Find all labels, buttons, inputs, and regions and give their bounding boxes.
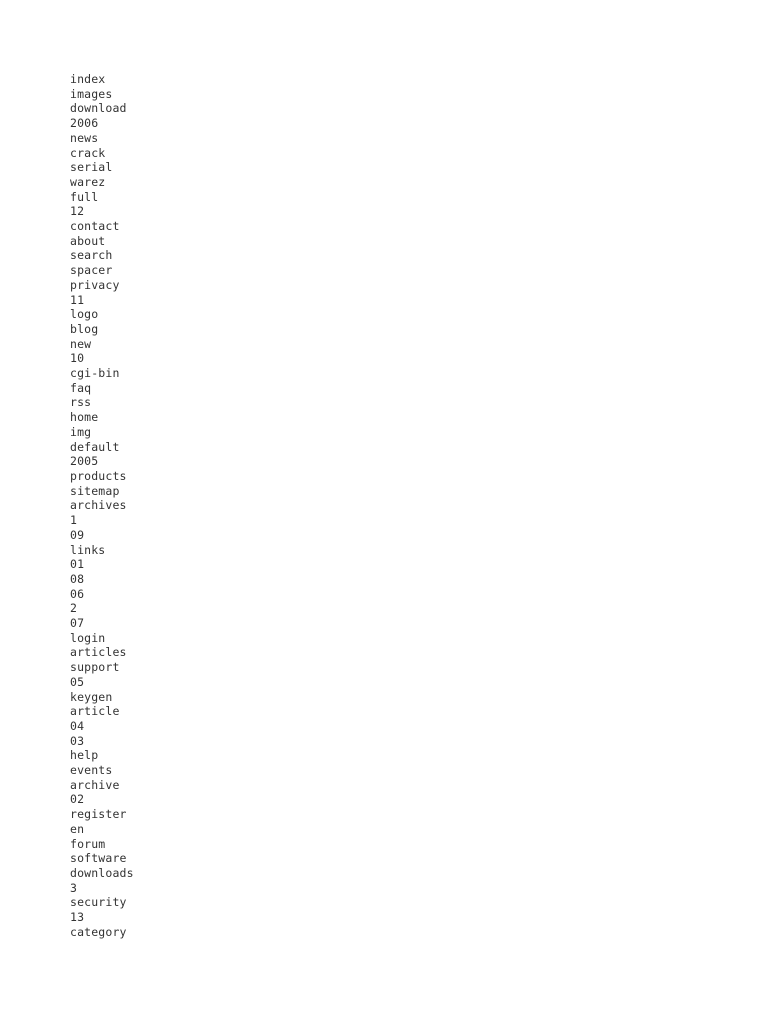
keyword-list: index images download 2006 news crack serial wa… <box>70 72 134 939</box>
list-item: software <box>70 851 127 866</box>
list-item: rss <box>70 395 92 410</box>
list-item: 07 <box>70 616 85 631</box>
list-item: search <box>70 248 113 263</box>
list-item: 13 <box>70 910 85 925</box>
list-item: links <box>70 542 106 557</box>
page-root: index images download 2006 news crack serial wa… <box>0 0 768 1024</box>
list-item: downloads <box>70 865 134 880</box>
list-item: blog <box>70 321 99 336</box>
list-item: sitemap <box>70 483 120 498</box>
list-item: 05 <box>70 674 85 689</box>
list-item: serial <box>70 160 113 175</box>
list-item: cgi-bin <box>70 366 120 381</box>
list-item: article <box>70 704 120 719</box>
list-item: 08 <box>70 571 85 586</box>
list-item: new <box>70 336 92 351</box>
list-item: security <box>70 895 127 910</box>
list-item: contact <box>70 219 120 234</box>
list-item: forum <box>70 836 106 851</box>
list-item: 03 <box>70 733 85 748</box>
list-item: home <box>70 410 99 425</box>
list-item: support <box>70 660 120 675</box>
list-item: 2006 <box>70 116 99 131</box>
list-item: 09 <box>70 527 85 542</box>
list-item: en <box>70 821 85 836</box>
list-item: 1 <box>70 513 78 528</box>
list-item: 11 <box>70 292 85 307</box>
list-item: 04 <box>70 718 85 733</box>
list-item: 02 <box>70 792 85 807</box>
list-item: products <box>70 468 127 483</box>
list-item: index <box>70 72 106 86</box>
list-item: crack <box>70 145 106 160</box>
list-item: warez <box>70 174 106 189</box>
list-item: category <box>70 924 127 939</box>
list-item: spacer <box>70 263 113 278</box>
list-item: keygen <box>70 689 113 704</box>
list-item: 10 <box>70 351 85 366</box>
list-item: full <box>70 189 99 204</box>
list-item: images <box>70 86 113 101</box>
list-item: events <box>70 763 113 778</box>
list-item: register <box>70 807 127 822</box>
list-item: news <box>70 130 99 145</box>
list-item: help <box>70 748 99 763</box>
list-item: privacy <box>70 277 120 292</box>
list-item: 06 <box>70 586 85 601</box>
list-item: login <box>70 630 106 645</box>
list-item: download <box>70 101 127 116</box>
list-item: 3 <box>70 880 78 895</box>
list-item: about <box>70 233 106 248</box>
list-item: faq <box>70 380 92 395</box>
list-item: archives <box>70 498 127 513</box>
list-item: logo <box>70 307 99 322</box>
list-item: articles <box>70 645 127 660</box>
list-item: 2 <box>70 601 78 616</box>
list-item: 2005 <box>70 454 99 469</box>
list-item: default <box>70 439 120 454</box>
list-item: img <box>70 424 92 439</box>
list-item: 12 <box>70 204 85 219</box>
list-item: 01 <box>70 557 85 572</box>
list-item: archive <box>70 777 120 792</box>
